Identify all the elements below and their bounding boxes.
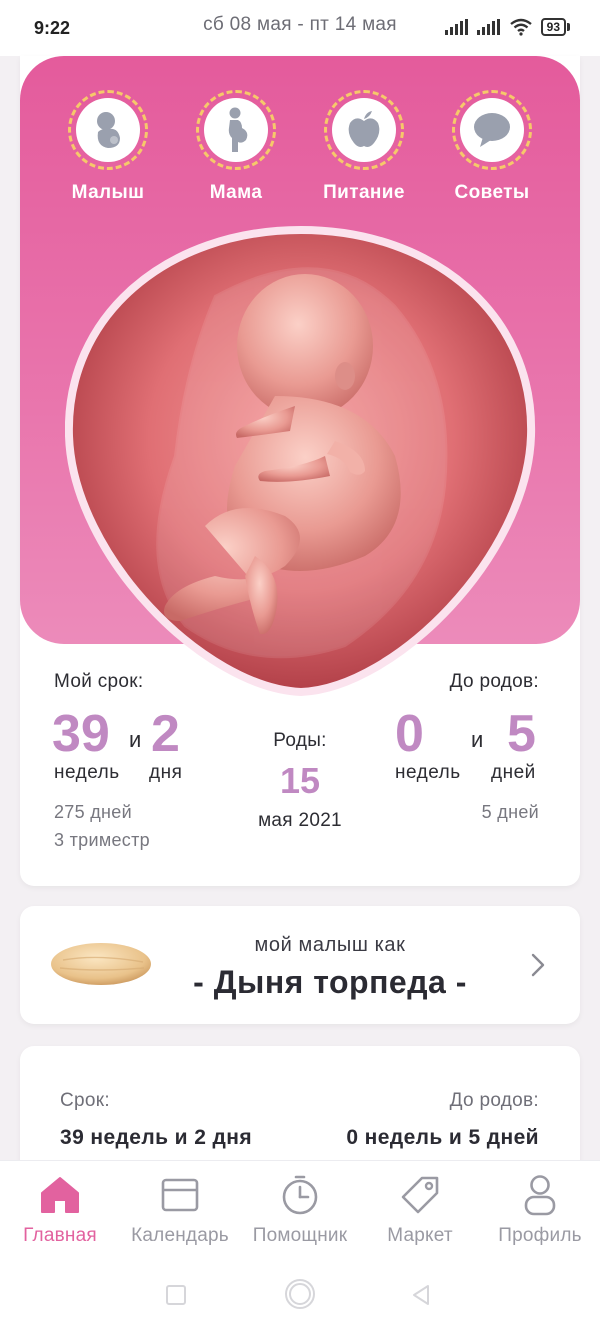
category-nutrition-button[interactable]: Питание	[309, 90, 419, 204]
birth-day: 15	[279, 760, 321, 801]
nav-profile[interactable]: Профиль	[480, 1175, 600, 1247]
timer-icon	[282, 1175, 318, 1215]
apple-icon	[348, 111, 380, 147]
pregnant-woman-icon	[228, 107, 248, 152]
nav-label: Календарь	[131, 1225, 229, 1246]
nav-label: Помощник	[252, 1225, 348, 1246]
recent-apps-icon[interactable]	[165, 1284, 187, 1306]
to-birth-label: До родов:	[449, 671, 539, 692]
fetus-illustration[interactable]	[64, 225, 537, 697]
term-label: Срок:	[60, 1090, 110, 1111]
category-label: Малыш	[71, 182, 145, 203]
tag-icon	[401, 1176, 439, 1214]
bottom-navigation: Главная Календарь Помощник Маркет Профил…	[0, 1160, 600, 1254]
nav-calendar[interactable]: Календарь	[120, 1175, 240, 1247]
category-label: Мама	[209, 182, 263, 203]
nav-market[interactable]: Маркет	[360, 1175, 480, 1247]
and-text-right: и	[471, 727, 484, 752]
nav-label: Маркет	[387, 1225, 453, 1246]
category-row: Малыш Мама Питание Советы	[20, 90, 580, 220]
left-weeks-value: 0	[395, 705, 424, 763]
to-birth-label-2: До родов:	[449, 1090, 539, 1111]
baby-size-card[interactable]: мой малыш как - Дыня торпеда -	[20, 906, 580, 1024]
term-value: 39 недель и 2 дня	[60, 1126, 252, 1149]
category-baby-button[interactable]: Малыш	[53, 90, 163, 204]
category-mom-button[interactable]: Мама	[181, 90, 291, 204]
birth-month-year: мая 2021	[258, 810, 342, 831]
trimester: 3 триместр	[54, 830, 150, 850]
left-days-value: 5	[507, 705, 536, 763]
person-icon	[524, 1175, 556, 1216]
my-term-label: Мой срок:	[54, 671, 144, 692]
battery-icon: 93	[540, 18, 570, 36]
system-navigation-bar	[0, 1254, 600, 1332]
birth-label: Роды:	[273, 730, 327, 751]
category-tips-button[interactable]: Советы	[437, 90, 547, 204]
left-days-unit: дней	[491, 762, 536, 783]
fetus-image	[64, 225, 536, 697]
days-value: 2	[151, 705, 180, 763]
weeks-unit: недель	[54, 762, 120, 783]
home-circle-icon[interactable]	[284, 1278, 316, 1310]
weeks-value: 39	[52, 705, 110, 763]
chat-bubble-icon	[474, 113, 510, 147]
left-total-days: 5 дней	[481, 802, 539, 822]
total-days: 275 дней	[54, 802, 132, 822]
wifi-icon	[509, 18, 532, 36]
back-icon[interactable]	[410, 1284, 432, 1306]
nav-label: Главная	[23, 1225, 97, 1246]
battery-level: 93	[540, 18, 566, 36]
signal-icon-2	[476, 19, 500, 35]
category-label: Советы	[454, 182, 530, 203]
chevron-right-icon	[531, 953, 545, 977]
baby-icon	[97, 112, 120, 148]
nav-label: Профиль	[498, 1225, 582, 1246]
nav-home[interactable]: Главная	[0, 1175, 120, 1247]
home-icon	[41, 1177, 79, 1213]
status-icons: 93	[444, 18, 570, 36]
signal-icon	[444, 19, 468, 35]
to-birth-value: 0 недель и 5 дней	[346, 1126, 539, 1149]
left-weeks-unit: недель	[395, 762, 461, 783]
baby-size-title: - Дыня торпеда -	[193, 964, 467, 1000]
baby-size-subtitle: мой малыш как	[254, 934, 406, 956]
days-unit: дня	[149, 762, 183, 783]
status-bar: 9:22 сб 08 мая - пт 14 мая 93	[0, 0, 600, 56]
nav-assistant[interactable]: Помощник	[240, 1175, 360, 1247]
calendar-icon	[161, 1178, 199, 1212]
and-text: и	[129, 727, 142, 752]
category-label: Питание	[323, 182, 405, 203]
